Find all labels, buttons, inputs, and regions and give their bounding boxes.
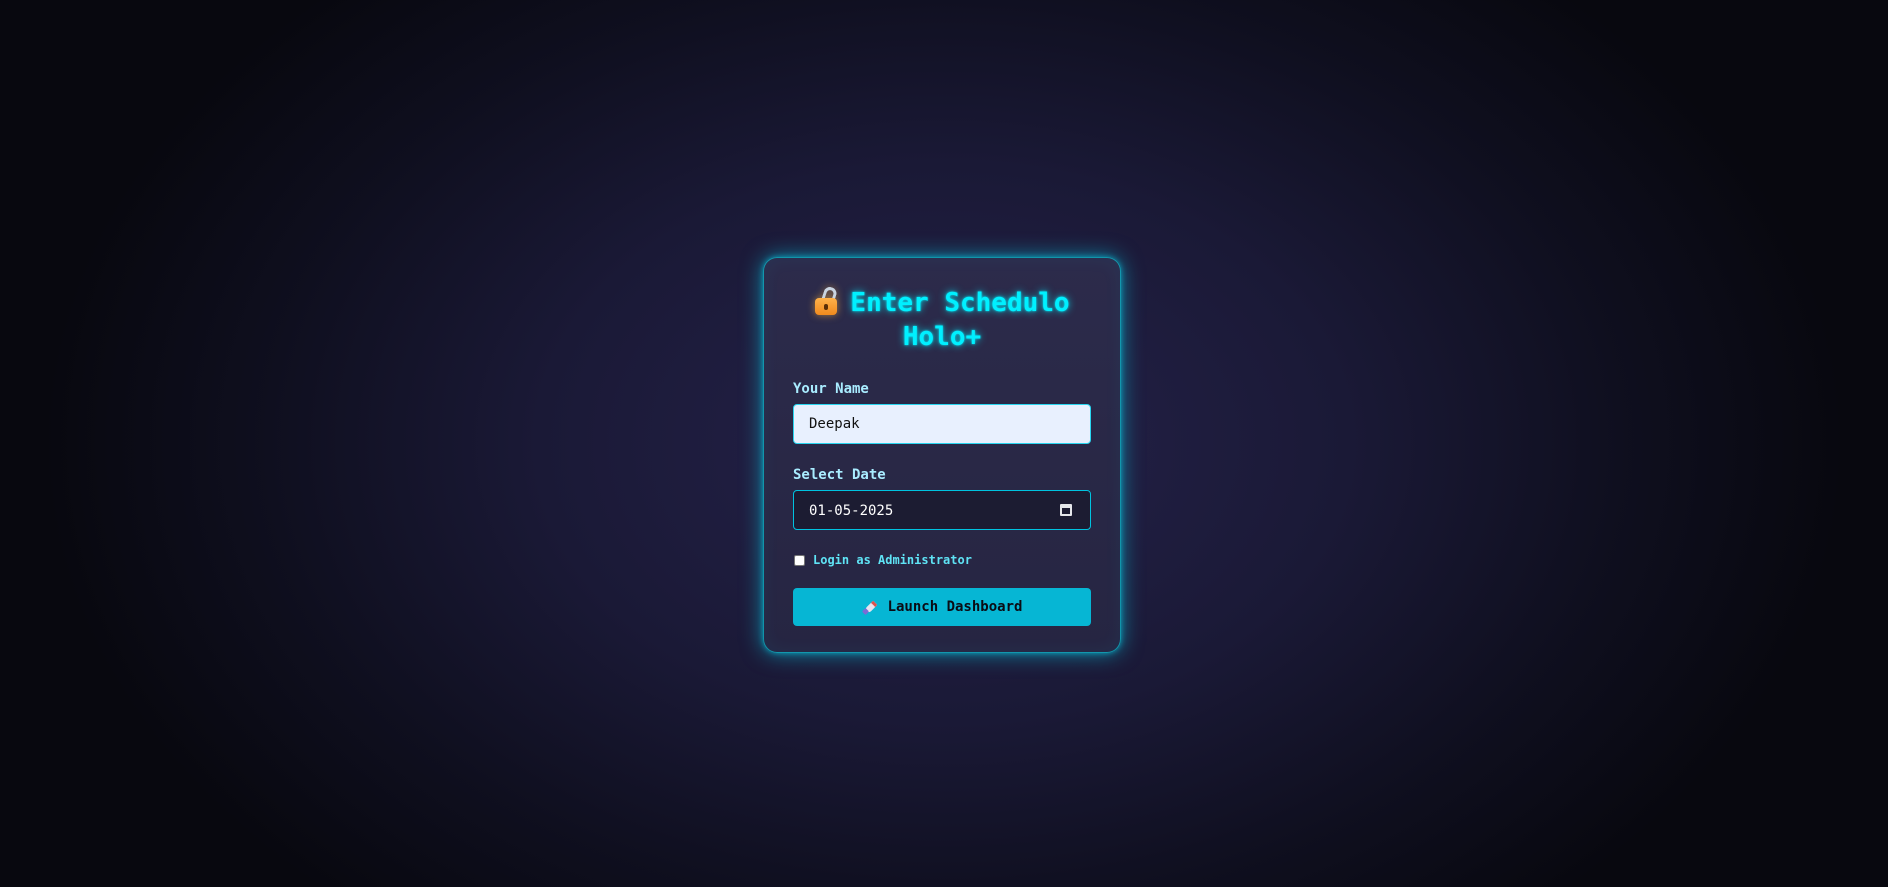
- date-label: Select Date: [793, 467, 886, 483]
- date-input[interactable]: 01-05-2025: [793, 490, 1091, 530]
- launch-dashboard-button[interactable]: Launch Dashboard: [793, 588, 1091, 626]
- admin-checkbox-label[interactable]: Login as Administrator: [813, 553, 972, 567]
- rocket-icon: [861, 599, 878, 616]
- login-card: Enter Schedulo Holo+ Your Name Select Da…: [763, 257, 1121, 653]
- launch-dashboard-label: Launch Dashboard: [887, 599, 1023, 615]
- date-value: 01-05-2025: [809, 503, 894, 519]
- admin-option: Login as Administrator: [793, 551, 1091, 569]
- name-input[interactable]: [793, 404, 1091, 444]
- card-title: Enter Schedulo Holo+: [793, 285, 1091, 354]
- card-title-text: Enter Schedulo Holo+: [850, 288, 1070, 352]
- lock-icon: [814, 285, 839, 315]
- name-label: Your Name: [793, 381, 869, 397]
- calendar-icon[interactable]: [1060, 504, 1072, 516]
- admin-checkbox[interactable]: [794, 554, 805, 566]
